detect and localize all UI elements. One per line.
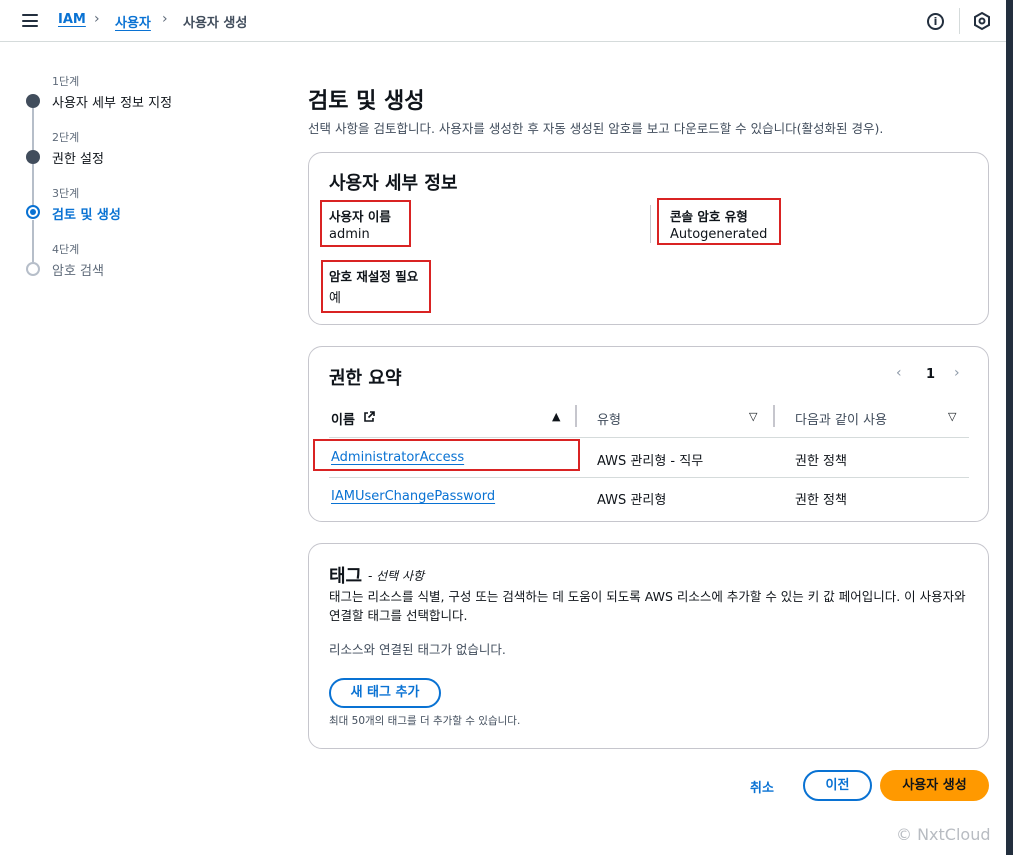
column-header-type[interactable]: 유형 [597,409,621,428]
step-4-title: 암호 검색 [52,264,104,279]
step-1-indicator [26,94,40,108]
password-reset-label: 암호 재설정 필요 [329,269,419,284]
pagination-next-icon[interactable]: › [954,365,960,381]
step-3-label: 3단계 [52,187,80,200]
cancel-button[interactable]: 취소 [750,777,774,796]
step-4-indicator [26,262,40,276]
table-divider [329,437,969,438]
username-value: admin [329,227,370,242]
console-password-type-value: Autogenerated [670,227,768,242]
step-2-indicator [26,150,40,164]
step-connector [32,164,34,206]
page-title: 검토 및 생성 [308,89,425,114]
policy-type: AWS 관리형 [597,493,667,508]
step-connector [32,220,34,262]
page-description: 선택 사항을 검토합니다. 사용자를 생성한 후 자동 생성된 암호를 보고 다… [308,121,884,136]
pagination-prev-icon[interactable]: ‹ [896,365,902,381]
divider [959,8,960,34]
menu-icon[interactable] [22,14,38,27]
user-details-title: 사용자 세부 정보 [329,173,458,194]
chevron-right-icon: › [94,11,100,27]
sort-descending-icon[interactable]: ▽ [948,410,956,423]
top-navigation-bar: IAM › 사용자 › 사용자 생성 i [0,0,1006,42]
table-divider [329,477,969,478]
step-2-label: 2단계 [52,131,80,144]
step-1-label: 1단계 [52,75,80,88]
policy-used-as: 권한 정책 [795,454,847,469]
step-4-label: 4단계 [52,243,80,256]
column-header-name[interactable]: 이름 [331,409,355,428]
sort-ascending-icon[interactable]: ▲ [552,410,560,423]
permissions-summary-card: 권한 요약 ‹ 1 › 이름 ▲ 유형 ▽ 다음과 같이 사용 ▽ Admini… [308,346,989,522]
policy-link-administratoraccess[interactable]: AdministratorAccess [331,450,464,465]
step-2-title[interactable]: 권한 설정 [52,148,104,167]
chevron-right-icon: › [162,11,168,27]
external-link-icon [364,411,375,422]
step-connector [32,108,34,150]
policy-used-as: 권한 정책 [795,493,847,508]
hexagon-settings-icon[interactable] [972,11,992,31]
breadcrumb-current: 사용자 생성 [183,16,248,31]
policy-link-iamuserchangepassword[interactable]: IAMUserChangePassword [331,489,495,504]
tags-card: 태그 - 선택 사항 태그는 리소스를 식별, 구성 또는 검색하는 데 도움이… [308,543,989,749]
username-label: 사용자 이름 [329,209,391,224]
column-resize-handle[interactable] [773,405,775,427]
info-icon[interactable]: i [927,13,944,30]
window-edge [1006,0,1013,855]
breadcrumb-users[interactable]: 사용자 [115,12,151,31]
watermark: © NxtCloud [896,825,991,844]
tags-optional-label: - 선택 사항 [368,569,425,583]
column-divider [650,205,651,243]
user-details-card: 사용자 세부 정보 사용자 이름 admin 콘솔 암호 유형 Autogene… [308,152,989,325]
step-3-indicator [26,205,40,219]
tags-limit-note: 최대 50개의 태그를 더 추가할 수 있습니다. [329,715,521,727]
permissions-title: 권한 요약 [329,368,402,389]
add-tag-button[interactable]: 새 태그 추가 [329,678,441,708]
pagination-current-page[interactable]: 1 [926,367,935,382]
sort-descending-icon[interactable]: ▽ [749,410,757,423]
tags-empty-message: 리소스와 연결된 태그가 없습니다. [329,642,506,657]
tags-description: 태그는 리소스를 식별, 구성 또는 검색하는 데 도움이 되도록 AWS 리소… [329,589,966,623]
step-1-title[interactable]: 사용자 세부 정보 지정 [52,92,172,111]
policy-type: AWS 관리형 - 직무 [597,454,704,469]
breadcrumb-iam[interactable]: IAM [58,12,86,27]
step-3-title: 검토 및 생성 [52,208,121,223]
tags-title: 태그 [329,566,363,587]
column-resize-handle[interactable] [575,405,577,427]
previous-button[interactable]: 이전 [803,770,872,801]
console-password-type-label: 콘솔 암호 유형 [670,209,748,224]
create-user-button[interactable]: 사용자 생성 [880,770,989,801]
column-header-used-as[interactable]: 다음과 같이 사용 [795,409,887,428]
password-reset-value: 예 [329,291,341,306]
